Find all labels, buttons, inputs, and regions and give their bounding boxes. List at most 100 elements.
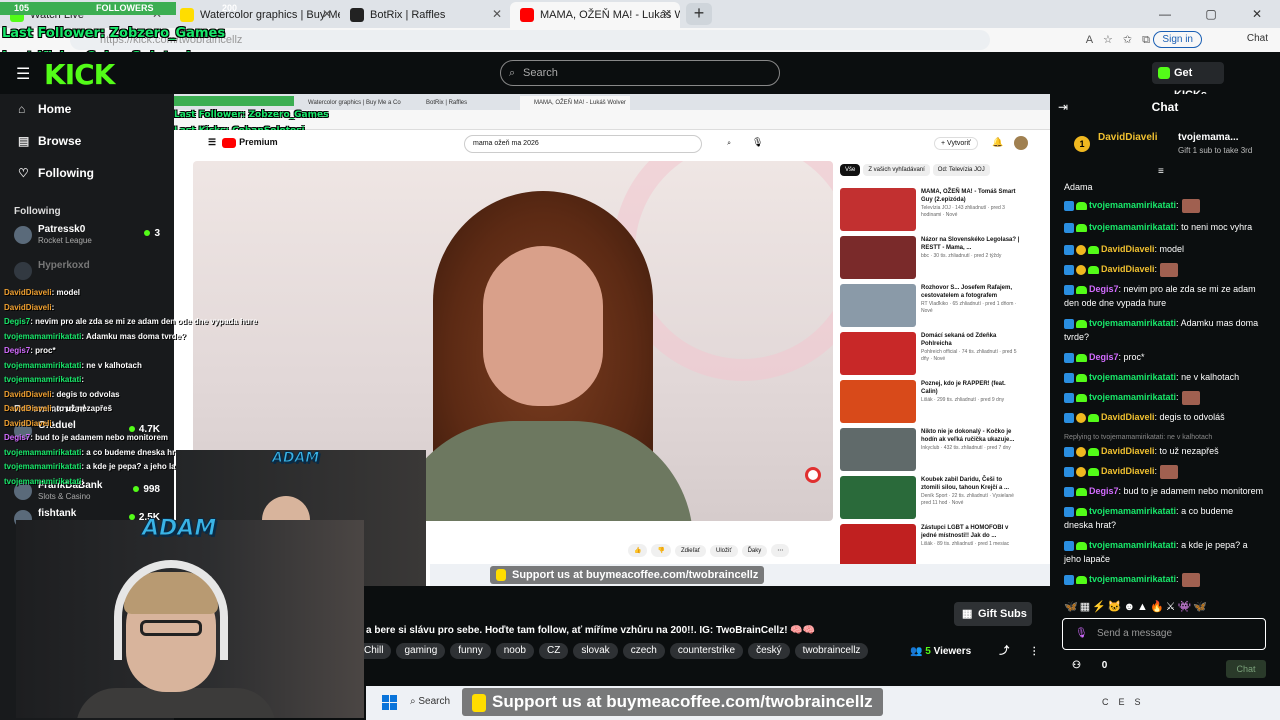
video-thumbnail[interactable] — [840, 236, 916, 279]
chip[interactable]: Z vašich vyhľadávaní — [863, 164, 930, 176]
video-title[interactable]: Názor na Slovenskéko Legolasa? | RESTT -… — [921, 236, 1021, 252]
recommended-video[interactable]: Rozhovor S... Josefem Rafajem, cestovate… — [840, 284, 1026, 328]
chat-username[interactable]: tvojemamamirikatati — [1089, 318, 1176, 328]
video-thumbnail[interactable] — [840, 476, 916, 519]
chip[interactable]: Od: Televízia JOJ — [932, 164, 990, 176]
kicks-balance[interactable]: ⚇ 0 — [1072, 660, 1107, 671]
video-title[interactable]: Zástupci LGBT a HOMOFOBI v jedné místnos… — [921, 524, 1021, 540]
stream-tag[interactable]: czech — [622, 643, 665, 659]
nav-browse[interactable]: ▤ Browse — [18, 134, 81, 148]
chat-username[interactable]: DavidDiaveli — [1101, 412, 1155, 422]
chat-username[interactable]: tvojemamamirikatati — [1089, 540, 1176, 550]
chat-username[interactable]: DavidDiaveli — [1101, 466, 1155, 476]
chat-username[interactable]: DavidDiaveli — [1101, 446, 1155, 456]
copilot-chat-button[interactable]: Chat — [1247, 33, 1268, 44]
video-title[interactable]: Poznej, kdo je RAPPER! (feat. Calin) — [921, 380, 1021, 396]
sidebar-channel[interactable]: Hyperkoxd — [14, 260, 164, 288]
video-thumbnail[interactable] — [840, 524, 916, 567]
browser-tab-3[interactable]: BotRix | Raffles ✕ — [340, 2, 510, 28]
emote-bar[interactable]: 🦋▦⚡🐱☻▲🔥⚔👾🦋 — [1064, 600, 1209, 613]
save-button[interactable]: Uložiť — [709, 545, 738, 557]
nav-home[interactable]: ⌂ Home — [18, 102, 71, 116]
mic-icon[interactable]: 🎙 — [752, 137, 763, 148]
chat-username[interactable]: tvojemamamirikatati — [1089, 392, 1176, 402]
nav-following[interactable]: ♡ Following — [18, 166, 94, 180]
browser-tab-4[interactable]: MAMA, OŽEŇ MA! - Lukáš Wolver✕ — [510, 2, 680, 28]
dislike-button[interactable]: 👎 — [651, 544, 671, 557]
close-tab-icon[interactable]: ✕ — [662, 7, 672, 21]
stream-tag[interactable]: CZ — [538, 643, 569, 659]
menu-icon[interactable]: ☰ — [16, 64, 30, 84]
stream-tag[interactable]: noob — [495, 643, 534, 659]
stream-tag[interactable]: counterstrike — [669, 643, 744, 659]
recommended-video[interactable]: Koubek zabil Daridu, Češi to ztomili sil… — [840, 476, 1026, 520]
search-input[interactable]: ⌕ Search — [500, 60, 780, 86]
search-icon[interactable]: ⌕ — [727, 136, 731, 152]
more-icon[interactable]: ⋮ — [1029, 646, 1039, 657]
close-tab-icon[interactable]: ✕ — [322, 7, 332, 21]
recommended-video[interactable]: Domácí sekaná od Zdeňka Pohlreicha Pohlre… — [840, 332, 1026, 376]
video-title[interactable]: Koubek zabil Daridu, Češi to ztomili sil… — [921, 476, 1021, 492]
video-title[interactable]: MAMA, OŽEŇ MA! - Tomáš Smart Guy (2.epiz… — [921, 188, 1021, 204]
windows-start-icon[interactable] — [382, 695, 398, 711]
video-title[interactable]: Nikto nie je dokonalý - Kočko je hodín a… — [921, 428, 1021, 444]
share-icon[interactable]: ⤴ — [999, 646, 1009, 657]
new-tab-button[interactable]: + — [686, 3, 712, 25]
chat-username[interactable]: DavidDiaveli — [1101, 264, 1155, 274]
sign-in-button[interactable]: Sign in — [1153, 31, 1202, 48]
video-thumbnail[interactable] — [840, 380, 916, 423]
chat-username[interactable]: tvojemamamirikatati — [1089, 506, 1176, 516]
expand-icon[interactable]: ≡ — [1158, 166, 1164, 177]
recommended-video[interactable]: Názor na Slovenskéko Legolasa? | RESTT -… — [840, 236, 1026, 280]
close-window-icon[interactable]: ✕ — [1234, 0, 1280, 28]
stream-tag[interactable]: slovak — [573, 643, 618, 659]
share-button[interactable]: Zdieľať — [674, 545, 706, 557]
recommended-video[interactable]: Nikto nie je dokonalý - Kočko je hodín a… — [840, 428, 1026, 472]
avatar[interactable] — [1014, 136, 1028, 150]
chat-username[interactable]: Degis7 — [1089, 352, 1119, 362]
stream-tag[interactable]: twobraincellz — [794, 643, 869, 659]
chat-input[interactable]: 🎙 Send a message — [1062, 618, 1266, 650]
minimize-icon[interactable]: — — [1142, 0, 1188, 28]
close-tab-icon[interactable]: ✕ — [492, 7, 502, 21]
send-chat-button[interactable]: Chat — [1226, 660, 1266, 678]
system-tray[interactable]: CES — [1102, 697, 1151, 707]
recommended-video[interactable]: Poznej, kdo je RAPPER! (feat. Calin) Lišá… — [840, 380, 1026, 424]
youtube-logo[interactable]: ☰ Premium — [208, 137, 278, 148]
video-title[interactable]: Domácí sekaná od Zdeňka Pohlreicha — [921, 332, 1021, 348]
youtube-search-input[interactable]: mama ožeň ma 2026 ⌕ — [464, 135, 731, 153]
chat-username[interactable]: Degis7 — [1089, 486, 1119, 496]
browser-tab-2[interactable]: Watercolor graphics | Buy Me a Co✕ — [170, 2, 340, 28]
chat-username[interactable]: DavidDiaveli — [1101, 244, 1155, 254]
bell-icon[interactable]: 🔔 — [992, 137, 1003, 148]
video-thumbnail[interactable] — [840, 284, 916, 327]
chat-username[interactable]: Degis7 — [1089, 284, 1119, 294]
stream-tag[interactable]: gaming — [396, 643, 446, 659]
chat-username[interactable]: tvojemamamirikatati — [1089, 222, 1176, 232]
video-title[interactable]: Rozhovor S... Josefem Rafajem, cestovate… — [921, 284, 1021, 300]
chat-separator: : — [1176, 392, 1179, 402]
gift-subs-button[interactable]: ▦ Gift Subs — [954, 602, 1032, 626]
get-kicks-button[interactable]: Get KICKs — [1152, 62, 1224, 101]
video-thumbnail[interactable] — [840, 188, 916, 231]
chip[interactable]: Vše — [840, 164, 861, 176]
recommended-video[interactable]: Zástupci LGBT a HOMOFOBI v jedné místnos… — [840, 524, 1026, 568]
chat-username[interactable]: tvojemamamirikatati — [1089, 574, 1176, 584]
chat-username[interactable]: tvojemamamirikatati — [1089, 200, 1176, 210]
addressbar-icons[interactable]: A☆✩⧉ — [1086, 33, 1160, 47]
more-button[interactable]: ⋯ — [771, 544, 790, 557]
chat-username[interactable]: tvojemamamirikatati — [1089, 372, 1176, 382]
overlay-chat-text: : nevim pro ale zda se mi ze adam den od… — [30, 317, 258, 326]
recommended-video[interactable]: MAMA, OŽEŇ MA! - Tomáš Smart Guy (2.epiz… — [840, 188, 1026, 232]
like-button[interactable]: 👍 — [628, 544, 648, 557]
video-thumbnail[interactable] — [840, 428, 916, 471]
kick-logo[interactable]: KICK — [44, 58, 115, 91]
stream-tag[interactable]: český — [748, 643, 790, 659]
video-thumbnail[interactable] — [840, 332, 916, 375]
create-button[interactable]: + Vytvoriť — [934, 137, 978, 150]
maximize-icon[interactable]: ▢ — [1188, 0, 1234, 28]
taskbar-search[interactable]: ⌕ Search — [410, 696, 450, 707]
thanks-button[interactable]: Ďaky — [741, 545, 768, 557]
sidebar-channel[interactable]: Patressk0 Rocket League 3 — [14, 224, 164, 252]
stream-tag[interactable]: funny — [450, 643, 491, 659]
